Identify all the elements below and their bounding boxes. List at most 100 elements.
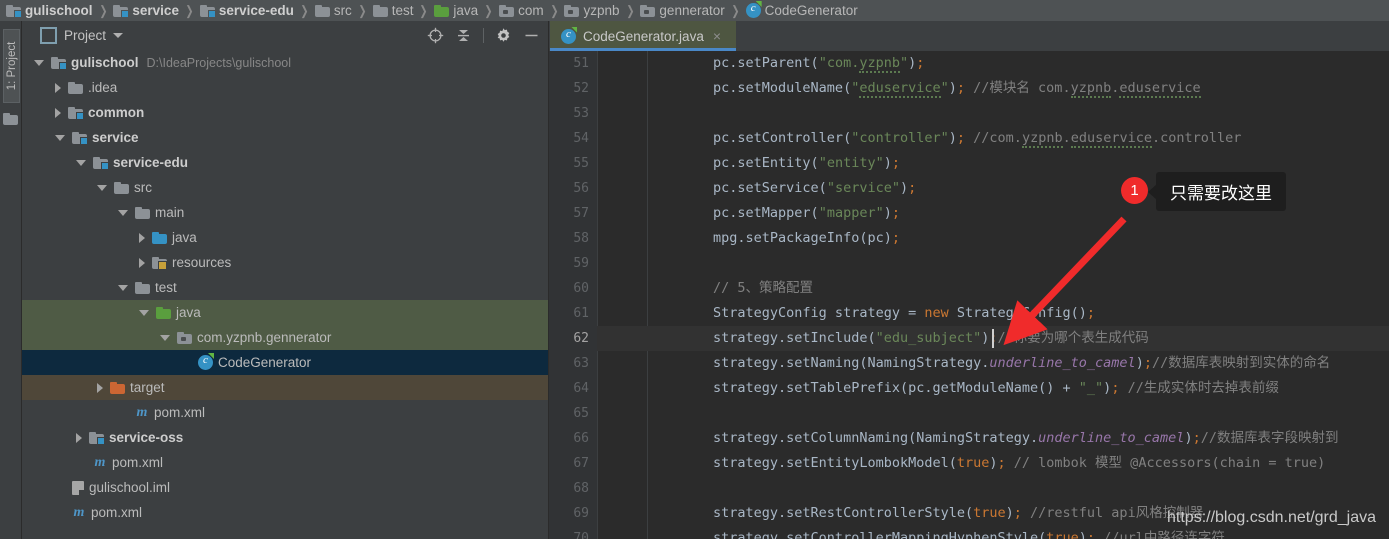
breadcrumb-item-test[interactable]: test (372, 0, 413, 21)
code-token: ) (1135, 355, 1144, 371)
code-lines: 51 pc.setParent("com.yzpnb"); 52 pc.setMo… (549, 51, 1389, 539)
chevron-right-icon[interactable] (139, 257, 145, 268)
chevron-down-icon[interactable] (160, 334, 170, 341)
code-token: true (973, 505, 1006, 521)
collapse-all-icon[interactable] (455, 27, 472, 44)
code-token: StrategyConfig() (948, 305, 1087, 321)
hide-panel-icon[interactable] (523, 27, 540, 44)
code-line: 65 (549, 401, 1389, 426)
gear-icon[interactable] (495, 27, 512, 44)
breadcrumb-item-gennerator[interactable]: gennerator (640, 0, 725, 21)
code-token: strategy.setRestControllerStyle( (648, 505, 974, 521)
code-line-text: // 5、策略配置 (648, 276, 813, 301)
breadcrumb: gulischool ❯ service ❯ service-edu ❯ src ❯ test ❯… (0, 0, 1389, 21)
chevron-right-icon[interactable] (55, 82, 61, 93)
code-token: ; (1086, 530, 1104, 539)
chevron-down-icon[interactable] (97, 184, 107, 191)
breadcrumb-item-com[interactable]: com (499, 0, 544, 21)
tree-row[interactable]: gulischool D:\IdeaProjects\gulischool (22, 50, 548, 75)
line-number: 56 (573, 181, 589, 196)
tree-row[interactable]: java (22, 225, 548, 250)
code-token: ; (956, 80, 974, 96)
code-line-text: strategy.setTablePrefix(pc.getModuleName… (648, 376, 1279, 401)
code-token: ) (1078, 530, 1087, 539)
tree-row[interactable]: com.yzpnb.gennerator (22, 325, 548, 350)
project-panel-toolbar (427, 21, 540, 50)
chevron-down-icon[interactable] (118, 209, 128, 216)
chevron-down-icon[interactable] (118, 284, 128, 291)
breadcrumb-item-codegenerator[interactable]: CodeGenerator (745, 0, 858, 21)
code-editor[interactable]: 51 pc.setParent("com.yzpnb"); 52 pc.setMo… (549, 51, 1389, 539)
test-source-folder-icon (434, 4, 450, 17)
tree-row[interactable]: CodeGenerator (22, 350, 548, 375)
chevron-down-icon[interactable] (34, 59, 44, 66)
tree-row[interactable]: main (22, 200, 548, 225)
code-line-text: pc.setModuleName("eduservice"); //模块名 co… (648, 76, 1201, 101)
tree-row[interactable]: common (22, 100, 548, 125)
project-panel-title: Project (64, 28, 107, 43)
code-line: 64 strategy.setTablePrefix(pc.getModuleN… (549, 376, 1389, 401)
code-line: 70 strategy.setControllerMappingHyphenSt… (549, 526, 1389, 539)
chevron-down-icon[interactable] (55, 134, 65, 141)
breadcrumb-item-yzpnb[interactable]: yzpnb (564, 0, 620, 21)
tree-row-label: pom.xml (112, 455, 164, 470)
code-line: 52 pc.setModuleName("eduservice"); //模块名… (549, 76, 1389, 101)
tree-row[interactable]: service-edu (22, 150, 548, 175)
tool-window-tab-project[interactable]: 1: Project (3, 29, 20, 103)
tree-row[interactable]: resources (22, 250, 548, 275)
project-tree[interactable]: gulischool D:\IdeaProjects\gulischool .ide… (22, 50, 548, 539)
code-token: ) (1005, 505, 1014, 521)
code-line-text: pc.setController("controller"); //com.yz… (648, 126, 1241, 151)
line-number: 68 (573, 481, 589, 496)
tree-row[interactable]: m pom.xml (22, 450, 548, 475)
breadcrumb-item-java[interactable]: java (434, 0, 478, 21)
code-line-text: mpg.setPackageInfo(pc); (648, 226, 900, 251)
tree-row[interactable]: service-oss (22, 425, 548, 450)
tree-row[interactable]: gulischool.iml (22, 475, 548, 500)
code-line: 62 strategy.setInclude("edu_subject");//… (549, 326, 1389, 351)
code-token: ; (891, 205, 900, 221)
tree-row[interactable]: m pom.xml (22, 400, 548, 425)
breadcrumb-item-label: service (132, 3, 179, 18)
close-icon[interactable]: × (713, 29, 721, 43)
tree-row[interactable]: test (22, 275, 548, 300)
breadcrumb-item-service-edu[interactable]: service-edu (199, 0, 294, 21)
code-token: "service" (826, 180, 900, 196)
code-token: pc.setParent( (648, 55, 819, 71)
editor-tab-codegenerator[interactable]: CodeGenerator.java × (550, 21, 736, 51)
code-token: ; (891, 230, 900, 246)
tree-row[interactable]: src (22, 175, 548, 200)
code-token: // 5、策略配置 (648, 280, 814, 296)
code-line: 66 strategy.setColumnNaming(NamingStrate… (549, 426, 1389, 451)
tree-row[interactable]: .idea (22, 75, 548, 100)
chevron-down-icon[interactable] (113, 33, 124, 38)
breadcrumb-item-service[interactable]: service (113, 0, 179, 21)
code-token: //你要为哪个表生成代码 (997, 330, 1149, 346)
code-token: . (1062, 130, 1071, 146)
chevron-right-icon[interactable] (55, 107, 61, 118)
code-line-text: pc.setMapper("mapper"); (648, 201, 900, 226)
code-token: pc.setMapper( (648, 205, 819, 221)
locate-icon[interactable] (427, 27, 444, 44)
tree-row[interactable]: target (22, 375, 548, 400)
chevron-right-icon[interactable] (97, 382, 103, 393)
chevron-down-icon[interactable] (139, 309, 149, 316)
code-token: ) (1184, 430, 1193, 446)
line-number: 62 (573, 331, 589, 346)
breadcrumb-item-src[interactable]: src (314, 0, 352, 21)
tree-row-label: gulischool (71, 55, 139, 70)
tree-row[interactable]: service (22, 125, 548, 150)
chevron-right-icon[interactable] (76, 432, 82, 443)
code-token: //数据库表映射到实体的命名 (1151, 355, 1331, 371)
code-token: ; (1192, 430, 1201, 446)
code-token: " (899, 55, 909, 71)
breadcrumb-item-gulischool[interactable]: gulischool (6, 0, 93, 21)
project-panel-header: Project (22, 21, 548, 50)
chevron-down-icon[interactable] (76, 159, 86, 166)
tree-row[interactable]: m pom.xml (22, 500, 548, 525)
breadcrumb-item-label: src (333, 3, 352, 18)
package-folder-icon (564, 4, 580, 17)
tree-row[interactable]: java (22, 300, 548, 325)
breadcrumb-separator: ❯ (419, 2, 429, 18)
chevron-right-icon[interactable] (139, 232, 145, 243)
